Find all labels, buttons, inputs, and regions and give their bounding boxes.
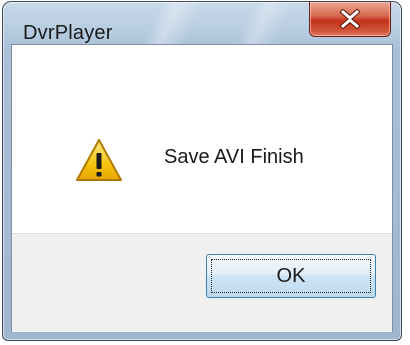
message-text: Save AVI Finish — [164, 146, 304, 168]
title-bar[interactable]: DvrPlayer — [3, 2, 401, 44]
ok-button[interactable]: OK — [206, 254, 376, 298]
message-area: Save AVI Finish — [12, 45, 392, 233]
window-title: DvrPlayer — [23, 22, 113, 44]
close-icon — [339, 9, 361, 29]
close-button[interactable] — [309, 2, 391, 37]
dialog-body: Save AVI Finish OK — [11, 44, 393, 332]
ok-button-label: OK — [276, 264, 306, 287]
dialog-window: DvrPlayer Save AVI Finish OK — [2, 1, 402, 341]
warning-icon — [76, 139, 122, 181]
button-area: OK — [12, 233, 392, 332]
